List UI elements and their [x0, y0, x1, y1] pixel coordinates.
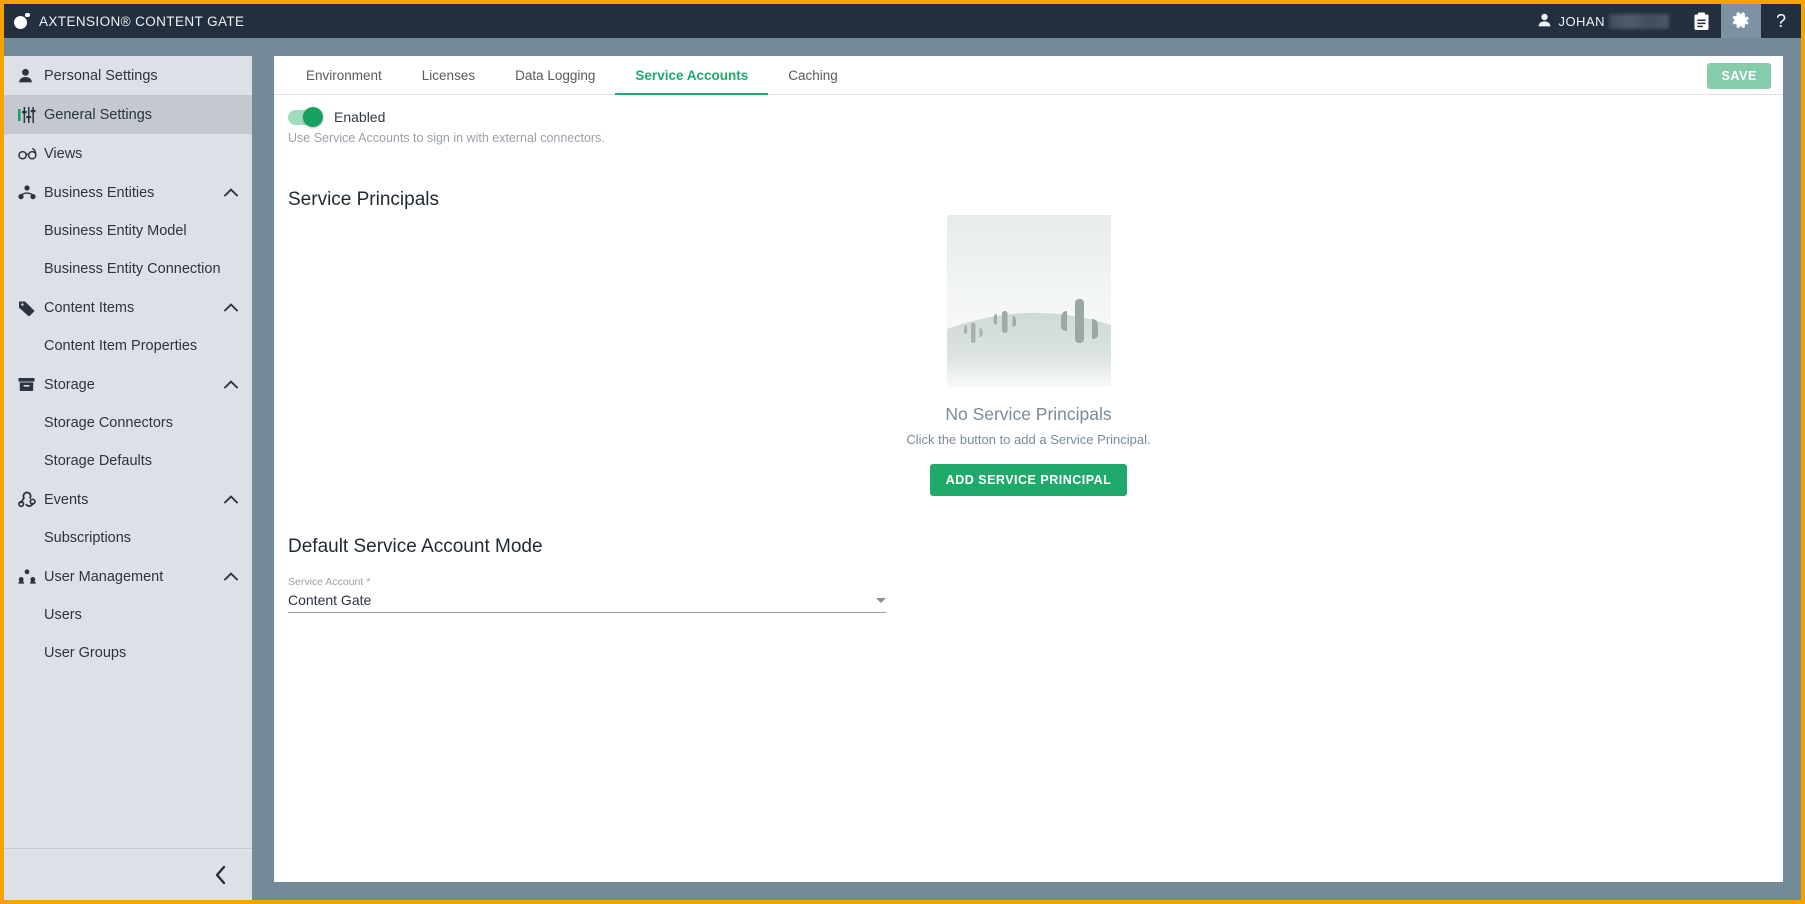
chevron-up-icon[interactable]: [222, 495, 240, 504]
sidebar-item-content-item-properties[interactable]: Content Item Properties: [4, 327, 252, 365]
chevron-left-icon[interactable]: [206, 860, 236, 890]
sidebar-item-user-groups[interactable]: User Groups: [4, 634, 252, 672]
help-icon[interactable]: ?: [1761, 4, 1801, 38]
webhook-icon: [18, 491, 44, 508]
enabled-toggle-description: Use Service Accounts to sign in with ext…: [288, 131, 605, 145]
sidebar-item-label: Subscriptions: [44, 530, 132, 546]
sidebar-item-storage-connectors[interactable]: Storage Connectors: [4, 404, 252, 442]
sidebar-item-label: Storage Connectors: [44, 415, 173, 431]
tag-icon: [18, 300, 44, 316]
chevron-down-icon[interactable]: [876, 598, 886, 603]
archive-icon: [18, 377, 44, 392]
sidebar-item-general-settings[interactable]: General Settings: [4, 95, 252, 134]
top-bar: AXTENSION® CONTENT GATE JOHAN ?: [4, 4, 1801, 38]
sidebar-item-events[interactable]: Events: [4, 480, 252, 519]
sidebar-item-business-entity-model[interactable]: Business Entity Model: [4, 212, 252, 250]
sidebar-item-label: Storage Defaults: [44, 453, 153, 469]
sidebar-nav: Personal Settings General Settings Views…: [4, 56, 252, 848]
sidebar-item-label: Personal Settings: [44, 67, 158, 84]
sidebar-item-label: Content Item Properties: [44, 338, 198, 354]
app-body: Personal Settings General Settings Views…: [4, 38, 1801, 900]
sidebar-item-label: Business Entity Model: [44, 223, 187, 239]
app-frame: AXTENSION® CONTENT GATE JOHAN ? Personal…: [0, 0, 1805, 904]
axtension-logo-icon: [14, 12, 31, 30]
empty-state-subtitle: Click the button to add a Service Princi…: [906, 432, 1151, 447]
sidebar-item-label: User Management: [44, 568, 164, 585]
sidebar-item-users[interactable]: Users: [4, 596, 252, 634]
sidebar-item-label: Business Entity Connection: [44, 261, 221, 277]
sidebar-item-business-entities[interactable]: Business Entities: [4, 173, 252, 212]
users-icon: [18, 569, 44, 584]
sidebar-item-label: Content Items: [44, 299, 135, 316]
sidebar-item-content-items[interactable]: Content Items: [4, 288, 252, 327]
service-principals-empty-state: No Service Principals Click the button t…: [274, 215, 1783, 496]
sidebar-item-storage[interactable]: Storage: [4, 365, 252, 404]
tab-label: Data Logging: [515, 67, 596, 83]
desert-cactus-illustration: [946, 215, 1111, 387]
service-account-select[interactable]: Service Account * Content Gate: [288, 576, 886, 613]
user-icon: [18, 68, 44, 83]
sidebar-item-label: Users: [44, 607, 82, 623]
sidebar-item-business-entity-connection[interactable]: Business Entity Connection: [4, 250, 252, 288]
service-principals-heading: Service Principals: [288, 189, 439, 210]
clipboard-icon[interactable]: [1681, 4, 1721, 38]
tab-bar: Environment Licenses Data Logging Servic…: [274, 56, 1783, 95]
user-name: JOHAN: [1558, 13, 1605, 29]
tab-licenses[interactable]: Licenses: [402, 56, 495, 94]
add-service-principal-button[interactable]: ADD SERVICE PRINCIPAL: [929, 464, 1128, 496]
default-service-account-mode-heading: Default Service Account Mode: [288, 536, 543, 557]
sidebar-item-label: Views: [44, 145, 83, 162]
user-menu[interactable]: JOHAN: [1526, 4, 1681, 38]
sidebar: Personal Settings General Settings Views…: [4, 56, 252, 900]
sidebar-item-personal-settings[interactable]: Personal Settings: [4, 56, 252, 95]
sidebar-item-label: User Groups: [44, 645, 127, 661]
service-account-value: Content Gate: [288, 592, 372, 608]
tab-label: Caching: [788, 67, 838, 83]
sidebar-item-storage-defaults[interactable]: Storage Defaults: [4, 442, 252, 480]
content-panel: Environment Licenses Data Logging Servic…: [274, 56, 1783, 882]
gear-icon[interactable]: [1721, 4, 1761, 38]
tab-data-logging[interactable]: Data Logging: [495, 56, 615, 94]
service-account-label: Service Account *: [288, 576, 371, 588]
user-name-redacted: [1609, 13, 1669, 29]
chevron-up-icon[interactable]: [222, 188, 240, 197]
save-button[interactable]: SAVE: [1707, 63, 1771, 89]
enabled-toggle-row: Enabled: [274, 107, 1783, 127]
sidebar-item-label: General Settings: [44, 106, 153, 123]
sidebar-item-label: Storage: [44, 376, 95, 393]
sidebar-item-views[interactable]: Views: [4, 134, 252, 173]
empty-state-title: No Service Principals: [945, 404, 1112, 424]
user-icon: [1538, 13, 1551, 30]
chevron-up-icon[interactable]: [222, 303, 240, 312]
sidebar-item-user-management[interactable]: User Management: [4, 557, 252, 596]
tab-service-accounts[interactable]: Service Accounts: [615, 56, 769, 95]
enabled-toggle[interactable]: [288, 107, 323, 127]
sidebar-item-subscriptions[interactable]: Subscriptions: [4, 519, 252, 557]
tab-environment[interactable]: Environment: [286, 56, 402, 94]
enabled-toggle-label: Enabled: [334, 109, 386, 125]
sidebar-footer: [4, 848, 252, 900]
chevron-up-icon[interactable]: [222, 380, 240, 389]
app-title: AXTENSION® CONTENT GATE: [39, 13, 245, 29]
tab-label: Environment: [306, 67, 382, 83]
glasses-icon: [18, 147, 44, 161]
svg-text:?: ?: [1776, 11, 1786, 31]
sidebar-item-label: Events: [44, 491, 89, 508]
tab-label: Licenses: [421, 67, 476, 83]
sidebar-item-label: Business Entities: [44, 184, 155, 201]
top-bar-right: JOHAN ?: [1526, 4, 1801, 38]
service-accounts-panel: Enabled Use Service Accounts to sign in …: [274, 95, 1783, 882]
tab-label: Service Accounts: [635, 67, 749, 83]
app-brand: AXTENSION® CONTENT GATE: [4, 12, 245, 30]
hierarchy-icon: [18, 185, 44, 200]
tab-caching[interactable]: Caching: [768, 56, 858, 94]
chevron-up-icon[interactable]: [222, 572, 240, 581]
sliders-icon: [18, 106, 44, 123]
